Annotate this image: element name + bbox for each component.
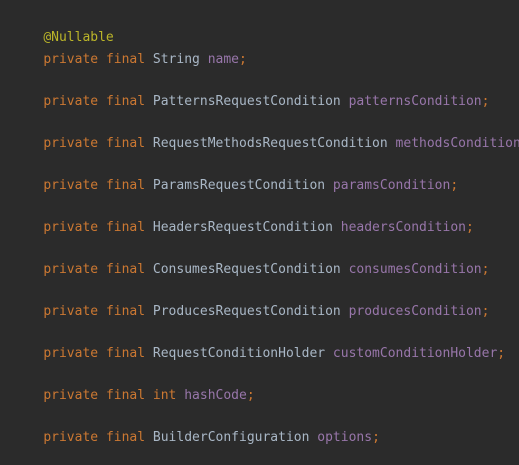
field-name: headersCondition <box>340 220 466 235</box>
keyword-private: private <box>43 346 99 361</box>
keyword-private: private <box>43 262 99 277</box>
keyword-final: final <box>105 52 146 67</box>
type-name: RequestConditionHolder <box>152 346 326 361</box>
keyword-final: final <box>105 220 146 235</box>
keyword-final: final <box>105 262 146 277</box>
keyword-private: private <box>43 52 99 67</box>
type-name: BuilderConfiguration <box>152 430 310 445</box>
field-name: patternsCondition <box>348 94 482 109</box>
semicolon: ; <box>450 178 459 193</box>
code-line-params-condition: private final ParamsRequestCondition par… <box>12 159 458 193</box>
keyword-private: private <box>43 304 99 319</box>
code-line-headers-condition: private final HeadersRequestCondition he… <box>12 201 474 235</box>
type-name: ProducesRequestCondition <box>152 304 341 319</box>
field-name: methodsCondition <box>395 136 519 151</box>
keyword-private: private <box>43 136 99 151</box>
code-line-patterns-condition: private final PatternsRequestCondition p… <box>12 75 489 109</box>
keyword-final: final <box>105 430 146 445</box>
keyword-private: private <box>43 220 99 235</box>
type-name: ConsumesRequestCondition <box>152 262 341 277</box>
semicolon: ; <box>372 430 380 445</box>
field-name: consumesCondition <box>348 262 482 277</box>
code-editor[interactable]: @Nullable private final String name; pri… <box>0 0 519 445</box>
type-name: HeadersRequestCondition <box>152 220 333 235</box>
type-name: ParamsRequestCondition <box>152 178 326 193</box>
keyword-private: private <box>43 430 99 445</box>
semicolon: ; <box>481 94 490 109</box>
keyword-final: final <box>105 304 146 319</box>
field-name: customConditionHolder <box>332 346 498 361</box>
code-line-hash-code: private final int hashCode; <box>12 369 254 403</box>
annotation-line: @Nullable <box>12 11 113 45</box>
field-name: options <box>317 430 373 445</box>
keyword-final: final <box>105 388 146 403</box>
type-name: RequestMethodsRequestCondition <box>152 136 388 151</box>
semicolon: ; <box>465 220 474 235</box>
semicolon: ; <box>497 346 506 361</box>
keyword-int: int <box>152 388 177 403</box>
field-name: producesCondition <box>348 304 482 319</box>
semicolon: ; <box>481 262 490 277</box>
type-name: String <box>152 52 200 67</box>
semicolon: ; <box>246 388 255 403</box>
keyword-final: final <box>105 178 146 193</box>
code-line-name: private final String name; <box>12 33 247 67</box>
semicolon: ; <box>239 52 247 67</box>
semicolon: ; <box>481 304 490 319</box>
keyword-private: private <box>43 178 99 193</box>
type-name: PatternsRequestCondition <box>152 94 341 109</box>
field-name: hashCode <box>184 388 247 403</box>
keyword-private: private <box>43 94 99 109</box>
keyword-final: final <box>105 136 146 151</box>
keyword-final: final <box>105 346 146 361</box>
field-name: paramsCondition <box>332 178 451 193</box>
code-line-consumes-condition: private final ConsumesRequestCondition c… <box>12 243 489 277</box>
keyword-final: final <box>105 94 146 109</box>
code-line-produces-condition: private final ProducesRequestCondition p… <box>12 285 489 319</box>
code-line-methods-condition: private final RequestMethodsRequestCondi… <box>12 117 519 151</box>
code-line-options: private final BuilderConfiguration optio… <box>12 411 380 445</box>
code-line-custom-condition-holder: private final RequestConditionHolder cus… <box>12 327 505 361</box>
field-name: name <box>207 52 240 67</box>
keyword-private: private <box>43 388 99 403</box>
